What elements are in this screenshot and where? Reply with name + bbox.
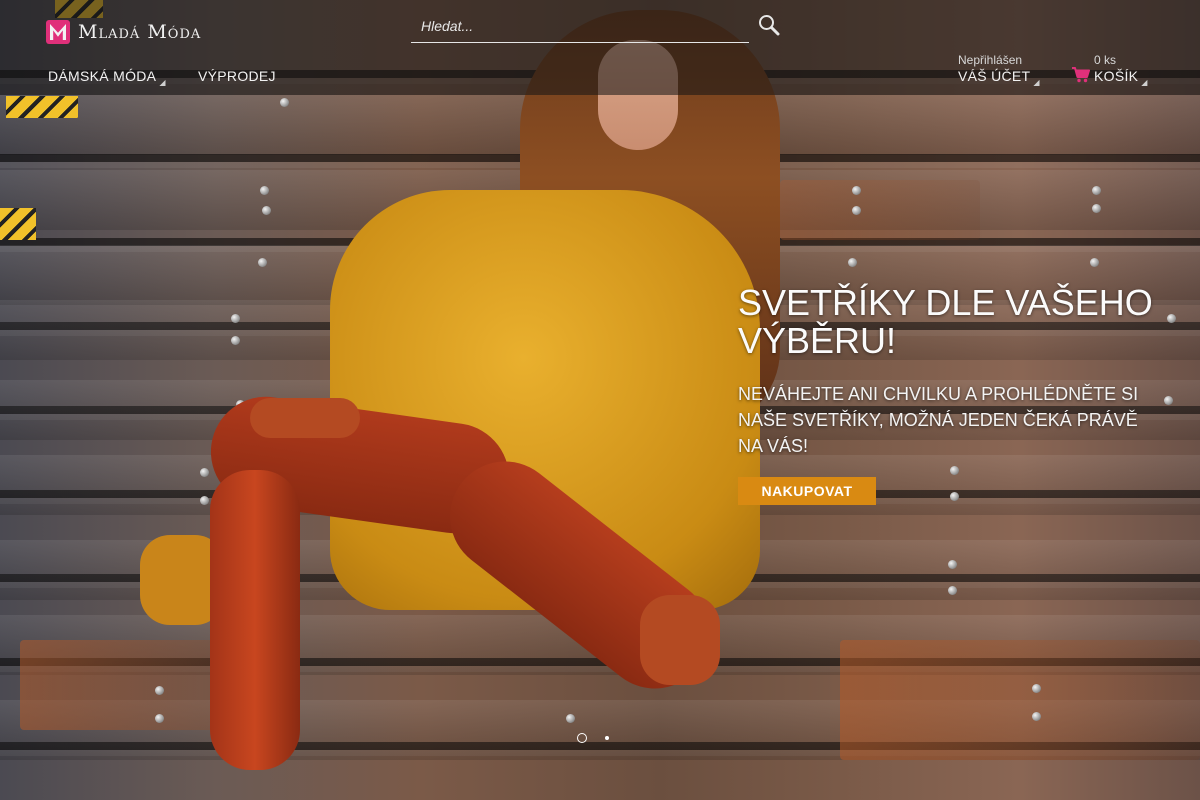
logo-text: Mladá Móda xyxy=(78,21,202,43)
hero-title: SVETŘÍKY DLE VAŠEHO VÝBĚRU! xyxy=(738,282,1153,361)
cart-icon[interactable] xyxy=(1072,67,1090,83)
model-glove xyxy=(640,595,720,685)
carousel-dot-1[interactable] xyxy=(577,733,587,743)
nav-item-label: VÝPRODEJ xyxy=(198,68,276,84)
caret-down-icon: ◢ xyxy=(1033,78,1040,87)
account-label: VÁŠ ÚČET xyxy=(958,68,1031,84)
nav-item-label: DÁMSKÁ MÓDA xyxy=(48,68,157,84)
hero-subtitle: NEVÁHEJTE ANI CHVILKU A PROHLÉDNĚTE SI N… xyxy=(738,384,1139,456)
nav-item-damska-moda[interactable]: DÁMSKÁ MÓDA ◢ xyxy=(48,68,166,87)
cart-menu[interactable]: KOŠÍK ◢ xyxy=(1094,68,1148,87)
shop-now-button[interactable]: NAKUPOVAT xyxy=(738,477,876,505)
carousel-dot-2[interactable] xyxy=(605,736,609,740)
nav-item-vyprodej[interactable]: VÝPRODEJ xyxy=(198,68,276,84)
account-menu[interactable]: VÁŠ ÚČET ◢ xyxy=(958,68,1040,87)
search-input[interactable] xyxy=(411,10,749,42)
cart-label: KOŠÍK xyxy=(1094,68,1139,84)
logo[interactable]: Mladá Móda xyxy=(46,19,201,45)
caret-down-icon: ◢ xyxy=(159,78,166,87)
cart-count: 0 ks xyxy=(1094,53,1117,67)
logo-mark-icon xyxy=(46,20,70,44)
header-bar: Mladá Móda DÁMSKÁ MÓDA◢ VÝPRODEJ Nepřihl… xyxy=(0,0,1200,95)
caret-down-icon: ◢ xyxy=(1141,78,1148,87)
search-box xyxy=(411,10,749,43)
search-icon[interactable] xyxy=(758,14,780,36)
account-status: Nepřihlášen xyxy=(958,53,1023,67)
